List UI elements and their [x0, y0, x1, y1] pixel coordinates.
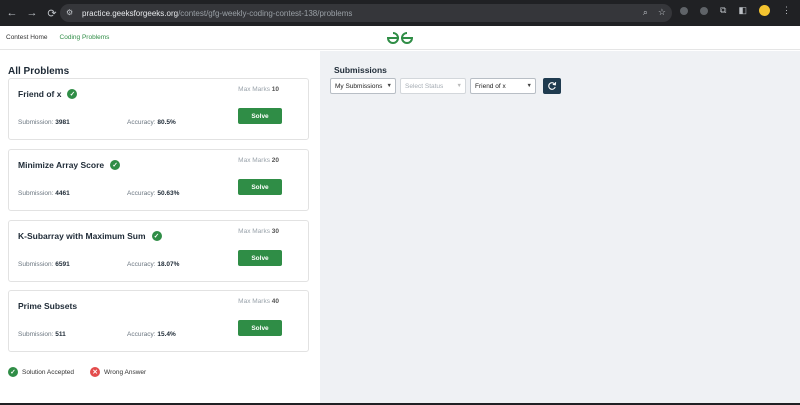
site-header: Contest Home Coding Problems: [0, 26, 800, 50]
submission-label: Submission:: [18, 331, 54, 338]
problem-title-row: Friend of x ✓: [18, 89, 78, 99]
max-marks-value: 20: [271, 157, 279, 164]
submission-scope-select[interactable]: My Submissions ▼: [330, 78, 396, 94]
max-marks-value: 10: [271, 86, 279, 93]
solve-button[interactable]: Solve: [238, 179, 282, 195]
all-problems-heading: All Problems: [8, 66, 70, 77]
accuracy-label: Accuracy:: [127, 261, 156, 268]
accepted-check-icon: ✓: [151, 231, 162, 241]
problem-card: Prime Subsets Max Marks 40 Submission: 5…: [8, 290, 309, 352]
solve-button[interactable]: Solve: [238, 250, 282, 266]
problem-name[interactable]: K-Subarray with Maximum Sum: [18, 231, 146, 241]
submissions-panel: Submissions My Submissions ▼ Select Stat…: [320, 51, 800, 405]
back-icon[interactable]: ←: [4, 5, 20, 21]
address-bar[interactable]: ⚙ practice.geeksforgeeks.org/contest/gfg…: [60, 4, 672, 22]
accuracy-value: 15.4%: [157, 331, 176, 338]
reload-icon[interactable]: ⟳: [44, 5, 60, 21]
problem-card: Minimize Array Score ✓ Max Marks 20 Subm…: [8, 149, 309, 211]
problem-select-value: Friend of x: [475, 82, 506, 90]
problem-title-row: Prime Subsets: [18, 301, 77, 311]
max-marks-value: 40: [271, 298, 279, 305]
max-marks: Max Marks 10: [238, 86, 279, 93]
wrong-x-icon: ✕: [90, 367, 101, 377]
submission-count: Submission: 4461: [18, 190, 70, 197]
problems-panel: All Problems Friend of x ✓ Max Marks 10 …: [0, 51, 320, 405]
max-marks-value: 30: [271, 228, 279, 235]
problem-title-row: Minimize Array Score ✓: [18, 160, 121, 170]
extensions-puzzle-icon[interactable]: ⧉: [720, 5, 726, 16]
accuracy-value: 50.63%: [157, 190, 180, 197]
menu-kebab-icon[interactable]: ⋮: [782, 5, 791, 16]
accuracy-label: Accuracy:: [127, 331, 156, 338]
accuracy-label: Accuracy:: [127, 190, 156, 197]
submission-value: 511: [55, 331, 66, 338]
nav-coding-problems[interactable]: Coding Problems: [60, 34, 110, 41]
accuracy: Accuracy: 15.4%: [127, 331, 176, 338]
problem-select[interactable]: Friend of x ▼: [470, 78, 536, 94]
max-marks-label: Max Marks: [238, 298, 270, 305]
submission-count: Submission: 3981: [18, 119, 70, 126]
forward-icon[interactable]: →: [24, 5, 40, 21]
max-marks: Max Marks 40: [238, 298, 279, 305]
url-host: practice.geeksforgeeks.org: [82, 8, 179, 18]
legend-accepted: ✓ Solution Accepted: [8, 367, 74, 377]
gfg-logo-icon[interactable]: [386, 31, 414, 45]
accuracy-label: Accuracy:: [127, 119, 156, 126]
chevron-down-icon: ▼: [456, 83, 462, 89]
status-legend: ✓ Solution Accepted ✕ Wrong Answer: [8, 367, 146, 377]
zoom-icon[interactable]: ⌕: [643, 7, 648, 18]
submission-label: Submission:: [18, 261, 54, 268]
max-marks: Max Marks 20: [238, 157, 279, 164]
accepted-check-icon: ✓: [67, 89, 78, 99]
nav-contest-home[interactable]: Contest Home: [6, 34, 48, 41]
chevron-down-icon: ▼: [386, 83, 392, 89]
problem-card: Friend of x ✓ Max Marks 10 Submission: 3…: [8, 78, 309, 140]
profile-avatar[interactable]: [758, 5, 770, 16]
bookmark-star-icon[interactable]: ☆: [658, 7, 666, 18]
submission-value: 4461: [55, 190, 70, 197]
problem-card: K-Subarray with Maximum Sum ✓ Max Marks …: [8, 220, 309, 282]
site-nav: Contest Home Coding Problems: [6, 34, 109, 41]
side-panel-icon[interactable]: ◧: [738, 5, 747, 16]
accuracy: Accuracy: 80.5%: [127, 119, 176, 126]
legend-accepted-label: Solution Accepted: [22, 368, 75, 376]
accepted-check-icon: ✓: [8, 367, 18, 377]
accuracy-value: 18.07%: [157, 261, 180, 268]
browser-toolbar: ← → ⟳ ⚙ practice.geeksforgeeks.org/conte…: [0, 0, 800, 26]
extension-icon[interactable]: [680, 6, 688, 15]
refresh-icon: [548, 82, 557, 90]
legend-wrong: ✕ Wrong Answer: [90, 367, 146, 377]
max-marks: Max Marks 30: [238, 228, 279, 235]
extension-icon[interactable]: [700, 6, 708, 15]
max-marks-label: Max Marks: [238, 157, 270, 164]
accuracy-value: 80.5%: [157, 119, 176, 126]
site-info-icon[interactable]: ⚙: [66, 8, 76, 18]
legend-wrong-label: Wrong Answer: [104, 368, 147, 376]
submission-count: Submission: 6591: [18, 261, 70, 268]
url-path: /contest/gfg-weekly-coding-contest-138/p…: [178, 8, 353, 18]
submission-count: Submission: 511: [18, 331, 66, 338]
solve-button[interactable]: Solve: [238, 108, 282, 124]
submission-value: 6591: [55, 261, 70, 268]
problem-name[interactable]: Friend of x: [18, 89, 61, 99]
problem-name[interactable]: Prime Subsets: [18, 301, 77, 311]
submission-value: 3981: [55, 119, 70, 126]
solve-button[interactable]: Solve: [238, 320, 282, 336]
chevron-down-icon: ▼: [526, 83, 532, 89]
status-placeholder: Select Status: [405, 82, 444, 90]
submission-label: Submission:: [18, 119, 54, 126]
submission-scope-value: My Submissions: [335, 82, 383, 90]
status-select[interactable]: Select Status ▼: [400, 78, 466, 94]
max-marks-label: Max Marks: [238, 228, 270, 235]
submissions-heading: Submissions: [334, 65, 387, 75]
accuracy: Accuracy: 50.63%: [127, 190, 179, 197]
accepted-check-icon: ✓: [110, 160, 121, 170]
problem-title-row: K-Subarray with Maximum Sum ✓: [18, 231, 162, 241]
accuracy: Accuracy: 18.07%: [127, 261, 179, 268]
refresh-button[interactable]: [543, 78, 561, 94]
problem-name[interactable]: Minimize Array Score: [18, 160, 104, 170]
max-marks-label: Max Marks: [238, 86, 270, 93]
submission-label: Submission:: [18, 190, 54, 197]
